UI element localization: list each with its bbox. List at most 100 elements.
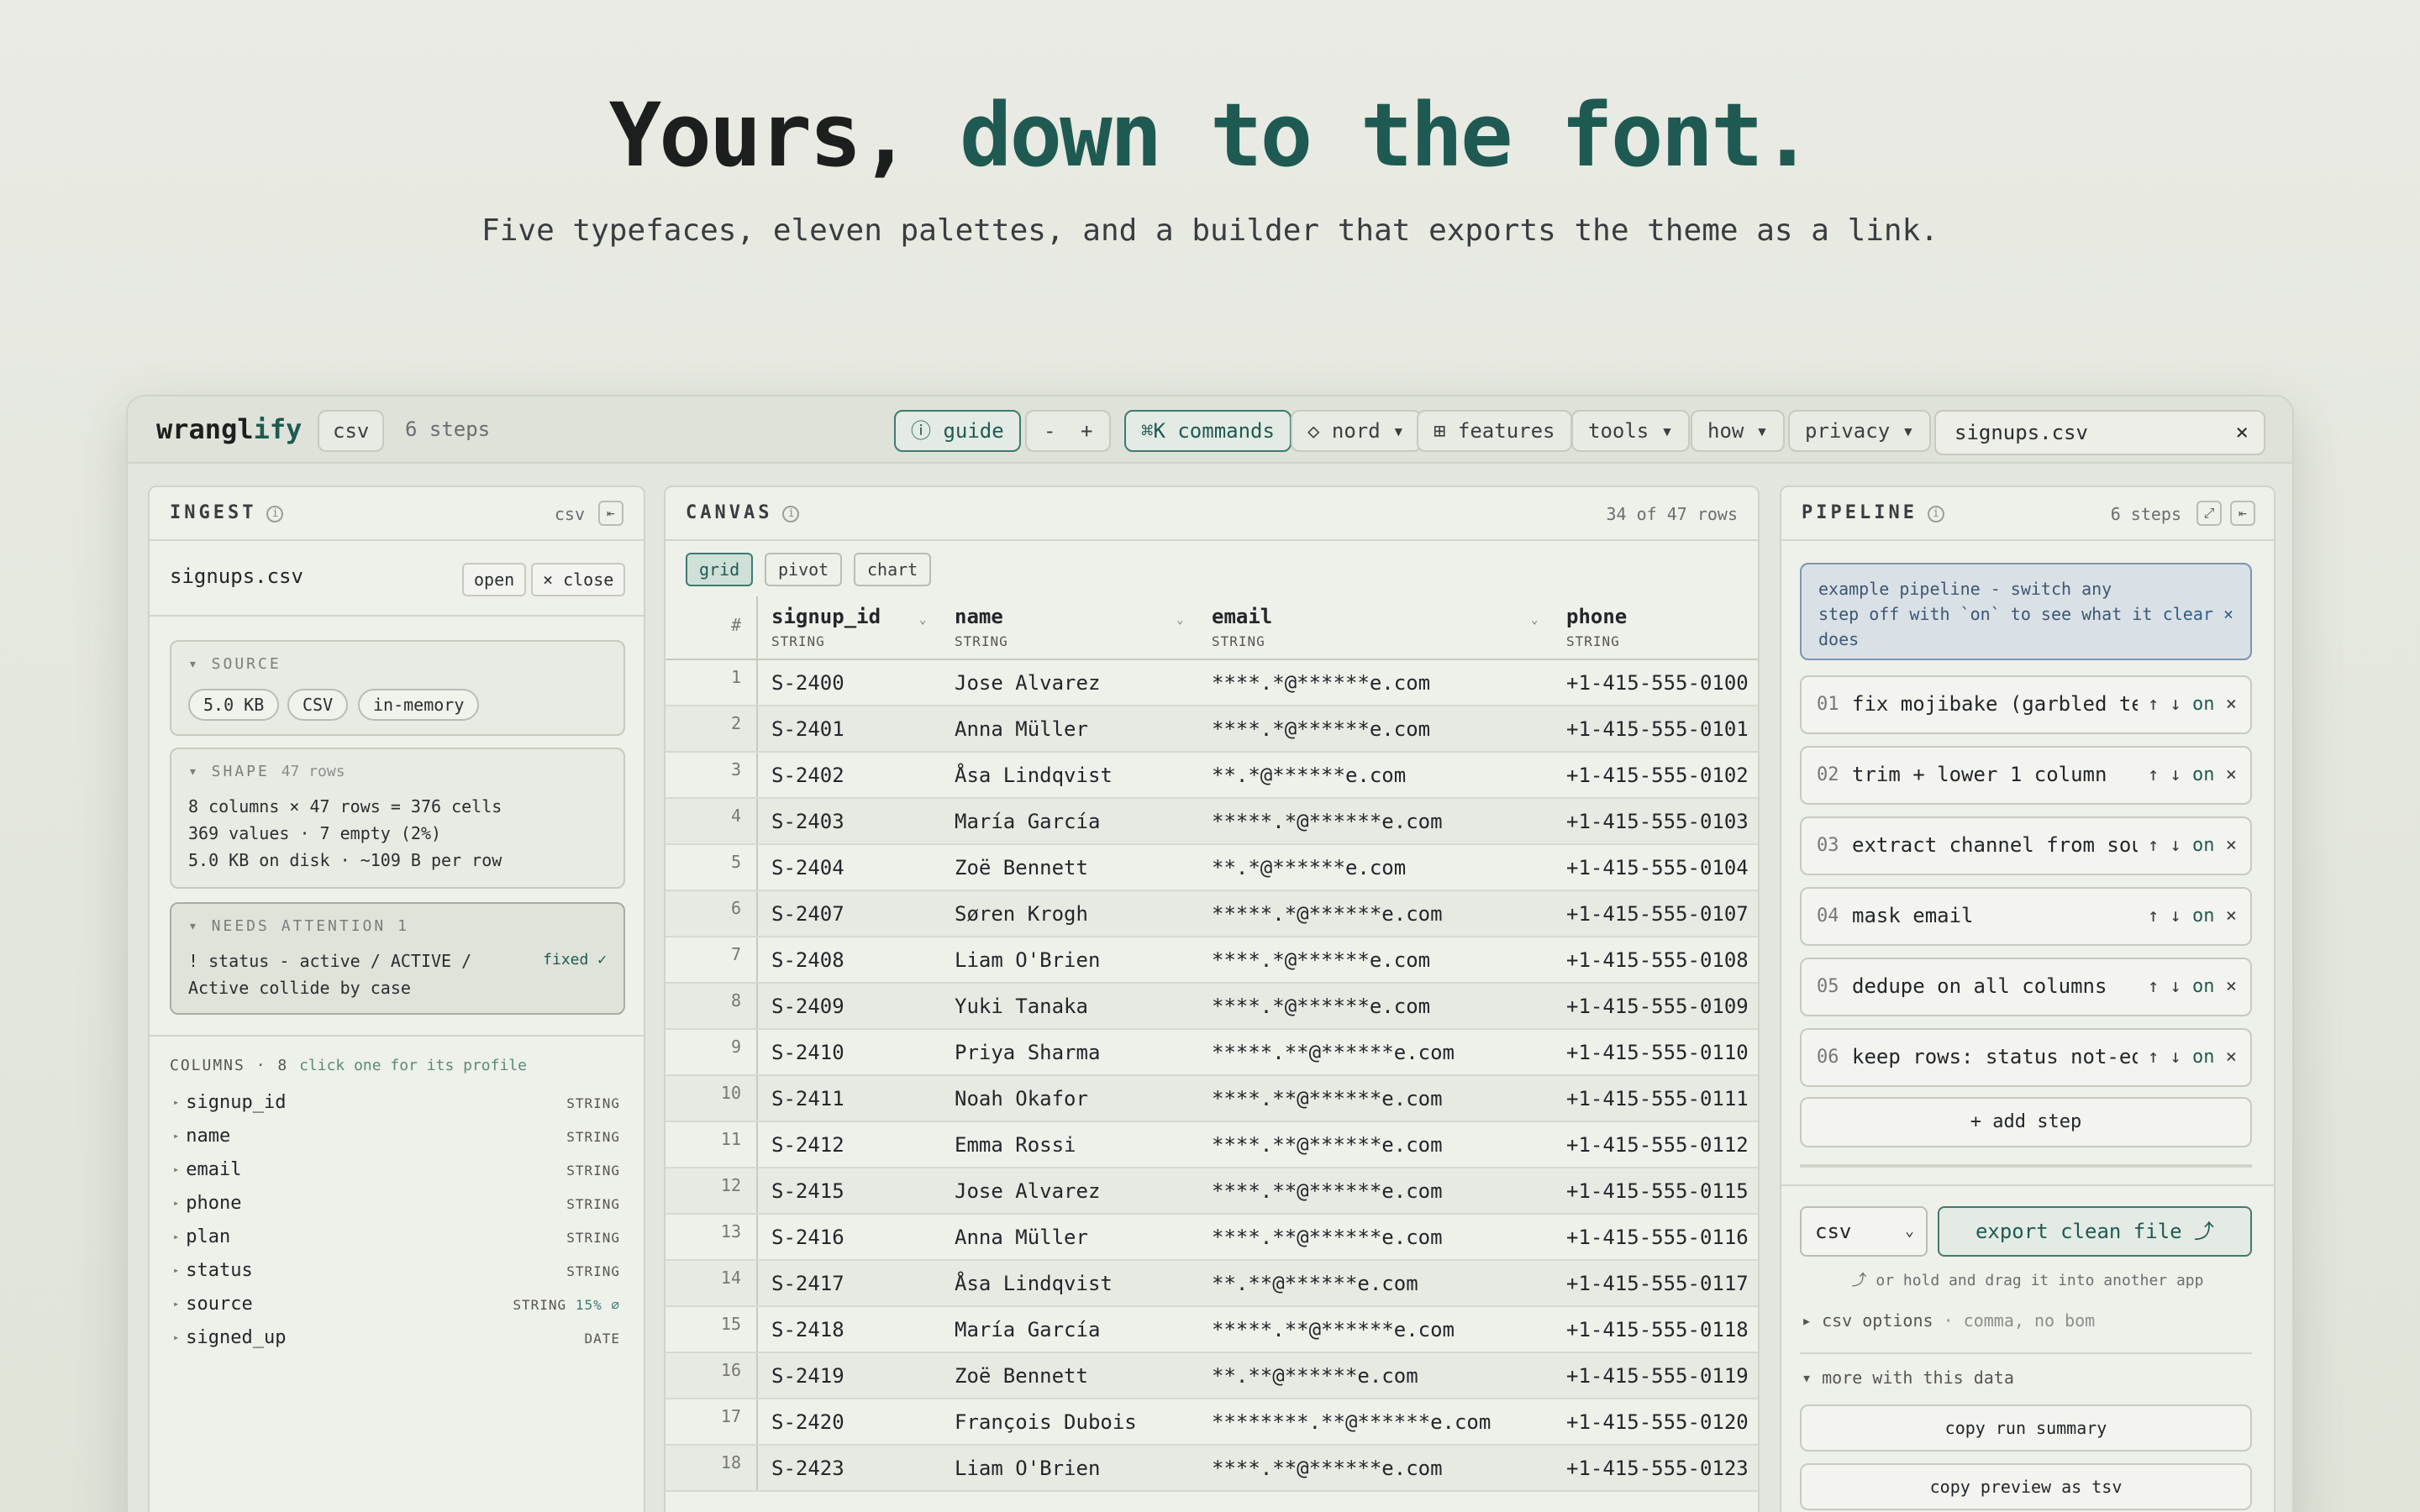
tab-pivot[interactable]: pivot <box>765 553 843 586</box>
cell-name[interactable]: Søren Krogh <box>955 902 1088 926</box>
column-item-source[interactable]: ▸ source <box>173 1294 253 1315</box>
sort-icon[interactable]: ⌄ <box>919 613 926 627</box>
pipeline-step[interactable]: 03 extract channel from sou… ↑ ↓ on × <box>1800 816 2252 875</box>
cell-signup-id[interactable]: S-2409 <box>771 995 844 1018</box>
table-row[interactable]: 1 S-2400 Jose Alvarez ****.*@******e.com +1-… <box>666 660 1758 706</box>
step-label[interactable]: keep rows: status not-eq… <box>1852 1045 2138 1068</box>
cell-signup-id[interactable]: S-2407 <box>771 902 844 926</box>
cell-email[interactable]: ****.*@******e.com <box>1212 948 1430 972</box>
cell-phone[interactable]: +1-415-555-0118 <box>1566 1318 1749 1341</box>
cell-email[interactable]: ****.*@******e.com <box>1212 717 1430 741</box>
collapse-icon[interactable]: ⇤ <box>598 501 623 526</box>
cell-name[interactable]: Jose Alvarez <box>955 671 1100 695</box>
cell-email[interactable]: *****.**@******e.com <box>1212 1041 1455 1064</box>
cell-phone[interactable]: +1-415-555-0112 <box>1566 1133 1749 1157</box>
add-step-button[interactable]: + add step <box>1800 1097 2252 1147</box>
cell-email[interactable]: ****.**@******e.com <box>1212 1226 1443 1249</box>
move-arrows-icon[interactable]: ↑ ↓ <box>2148 1047 2181 1068</box>
column-item-name[interactable]: ▸ name <box>173 1126 230 1147</box>
pipeline-step[interactable]: 06 keep rows: status not-eq… ↑ ↓ on × <box>1800 1028 2252 1087</box>
cell-name[interactable]: Anna Müller <box>955 717 1088 741</box>
cell-name[interactable]: Åsa Lindqvist <box>955 1272 1113 1295</box>
cell-signup-id[interactable]: S-2408 <box>771 948 844 972</box>
features-button[interactable]: ⊞ features <box>1417 410 1572 452</box>
cell-name[interactable]: Zoë Bennett <box>955 1364 1088 1388</box>
info-icon[interactable]: i <box>1927 506 1944 522</box>
cell-name[interactable]: Noah Okafor <box>955 1087 1088 1110</box>
step-toggle-on[interactable]: on <box>2192 835 2215 856</box>
column-header-name[interactable]: name STRING <box>955 605 1008 649</box>
table-row[interactable]: 15 S-2418 María García *****.**@******e.com… <box>666 1307 1758 1353</box>
remove-step-icon[interactable]: × <box>2226 835 2237 856</box>
cell-phone[interactable]: +1-415-555-0107 <box>1566 902 1749 926</box>
cell-email[interactable]: **.*@******e.com <box>1212 856 1406 879</box>
expand-icon[interactable]: ⤢ <box>2196 501 2222 526</box>
scroll-indicator[interactable] <box>1800 1164 2252 1168</box>
step-toggle-on[interactable]: on <box>2192 764 2215 785</box>
sort-icon[interactable]: ⌄ <box>1176 613 1183 627</box>
cell-email[interactable]: ****.**@******e.com <box>1212 1457 1443 1480</box>
cell-signup-id[interactable]: S-2400 <box>771 671 844 695</box>
cell-phone[interactable]: +1-415-555-0117 <box>1566 1272 1749 1295</box>
table-row[interactable]: 16 S-2419 Zoë Bennett **.**@******e.com +1-4… <box>666 1353 1758 1399</box>
step-label[interactable]: fix mojibake (garbled te… <box>1852 692 2138 716</box>
tools-dropdown[interactable]: tools ▾ <box>1571 410 1691 452</box>
step-toggle-on[interactable]: on <box>2192 1047 2215 1068</box>
cell-name[interactable]: Åsa Lindqvist <box>955 764 1113 787</box>
pipeline-step[interactable]: 04 mask email ↑ ↓ on × <box>1800 887 2252 946</box>
tab-chart[interactable]: chart <box>854 553 932 586</box>
table-row[interactable]: 4 S-2403 María García *****.*@******e.com +1… <box>666 799 1758 845</box>
table-row[interactable]: 13 S-2416 Anna Müller ****.**@******e.com +1… <box>666 1215 1758 1261</box>
move-arrows-icon[interactable]: ↑ ↓ <box>2148 906 2181 927</box>
cell-phone[interactable]: +1-415-555-0123 <box>1566 1457 1749 1480</box>
cell-phone[interactable]: +1-415-555-0102 <box>1566 764 1749 787</box>
step-toggle-on[interactable]: on <box>2192 906 2215 927</box>
cell-signup-id[interactable]: S-2423 <box>771 1457 844 1480</box>
cell-name[interactable]: María García <box>955 1318 1100 1341</box>
cell-name[interactable]: Priya Sharma <box>955 1041 1100 1064</box>
cell-email[interactable]: *****.*@******e.com <box>1212 902 1443 926</box>
guide-button[interactable]: ⓘ guide <box>894 410 1021 452</box>
collapse-icon[interactable]: ⇤ <box>2230 501 2255 526</box>
cell-signup-id[interactable]: S-2410 <box>771 1041 844 1064</box>
table-row[interactable]: 17 S-2420 François Dubois ********.**@*****… <box>666 1399 1758 1446</box>
how-dropdown[interactable]: how ▾ <box>1691 410 1786 452</box>
table-row[interactable]: 5 S-2404 Zoë Bennett **.*@******e.com +1-415… <box>666 845 1758 891</box>
cell-email[interactable]: ****.*@******e.com <box>1212 995 1430 1018</box>
column-item-phone[interactable]: ▸ phone <box>173 1193 241 1214</box>
step-label[interactable]: mask email <box>1852 904 1974 927</box>
cell-signup-id[interactable]: S-2420 <box>771 1410 844 1434</box>
table-row[interactable]: 14 S-2417 Åsa Lindqvist **.**@******e.com +1… <box>666 1261 1758 1307</box>
move-arrows-icon[interactable]: ↑ ↓ <box>2148 694 2181 715</box>
cell-signup-id[interactable]: S-2418 <box>771 1318 844 1341</box>
cell-email[interactable]: ****.**@******e.com <box>1212 1179 1443 1203</box>
cell-phone[interactable]: +1-415-555-0104 <box>1566 856 1749 879</box>
cell-email[interactable]: ****.**@******e.com <box>1212 1087 1443 1110</box>
cell-phone[interactable]: +1-415-555-0116 <box>1566 1226 1749 1249</box>
cell-phone[interactable]: +1-415-555-0103 <box>1566 810 1749 833</box>
cell-signup-id[interactable]: S-2402 <box>771 764 844 787</box>
cell-phone[interactable]: +1-415-555-0100 <box>1566 671 1749 695</box>
remove-step-icon[interactable]: × <box>2226 764 2237 785</box>
table-row[interactable]: 3 S-2402 Åsa Lindqvist **.*@******e.com +1-4… <box>666 753 1758 799</box>
cell-signup-id[interactable]: S-2416 <box>771 1226 844 1249</box>
cell-name[interactable]: François Dubois <box>955 1410 1137 1434</box>
pipeline-step[interactable]: 01 fix mojibake (garbled te… ↑ ↓ on × <box>1800 675 2252 734</box>
table-row[interactable]: 11 S-2412 Emma Rossi ****.**@******e.com +1-… <box>666 1122 1758 1168</box>
step-toggle-on[interactable]: on <box>2192 694 2215 715</box>
cell-email[interactable]: ****.**@******e.com <box>1212 1133 1443 1157</box>
open-button[interactable]: open <box>462 563 527 596</box>
info-icon[interactable]: i <box>266 506 284 522</box>
column-item-plan[interactable]: ▸ plan <box>173 1226 230 1247</box>
column-item-signup-id[interactable]: ▸ signup_id <box>173 1092 286 1113</box>
copy-summary-button[interactable]: copy run summary <box>1800 1404 2252 1452</box>
tab-grid[interactable]: grid <box>686 553 754 586</box>
move-arrows-icon[interactable]: ↑ ↓ <box>2148 976 2181 997</box>
cell-phone[interactable]: +1-415-555-0110 <box>1566 1041 1749 1064</box>
pipeline-step[interactable]: 02 trim + lower 1 column ↑ ↓ on × <box>1800 746 2252 805</box>
step-label[interactable]: dedupe on all columns <box>1852 974 2107 998</box>
format-select[interactable]: csv ⌄ <box>1800 1206 1928 1257</box>
file-name-field[interactable]: signups.csv × <box>1934 410 2265 455</box>
column-item-signed-up[interactable]: ▸ signed_up <box>173 1327 286 1348</box>
privacy-dropdown[interactable]: privacy ▾ <box>1788 410 1932 452</box>
